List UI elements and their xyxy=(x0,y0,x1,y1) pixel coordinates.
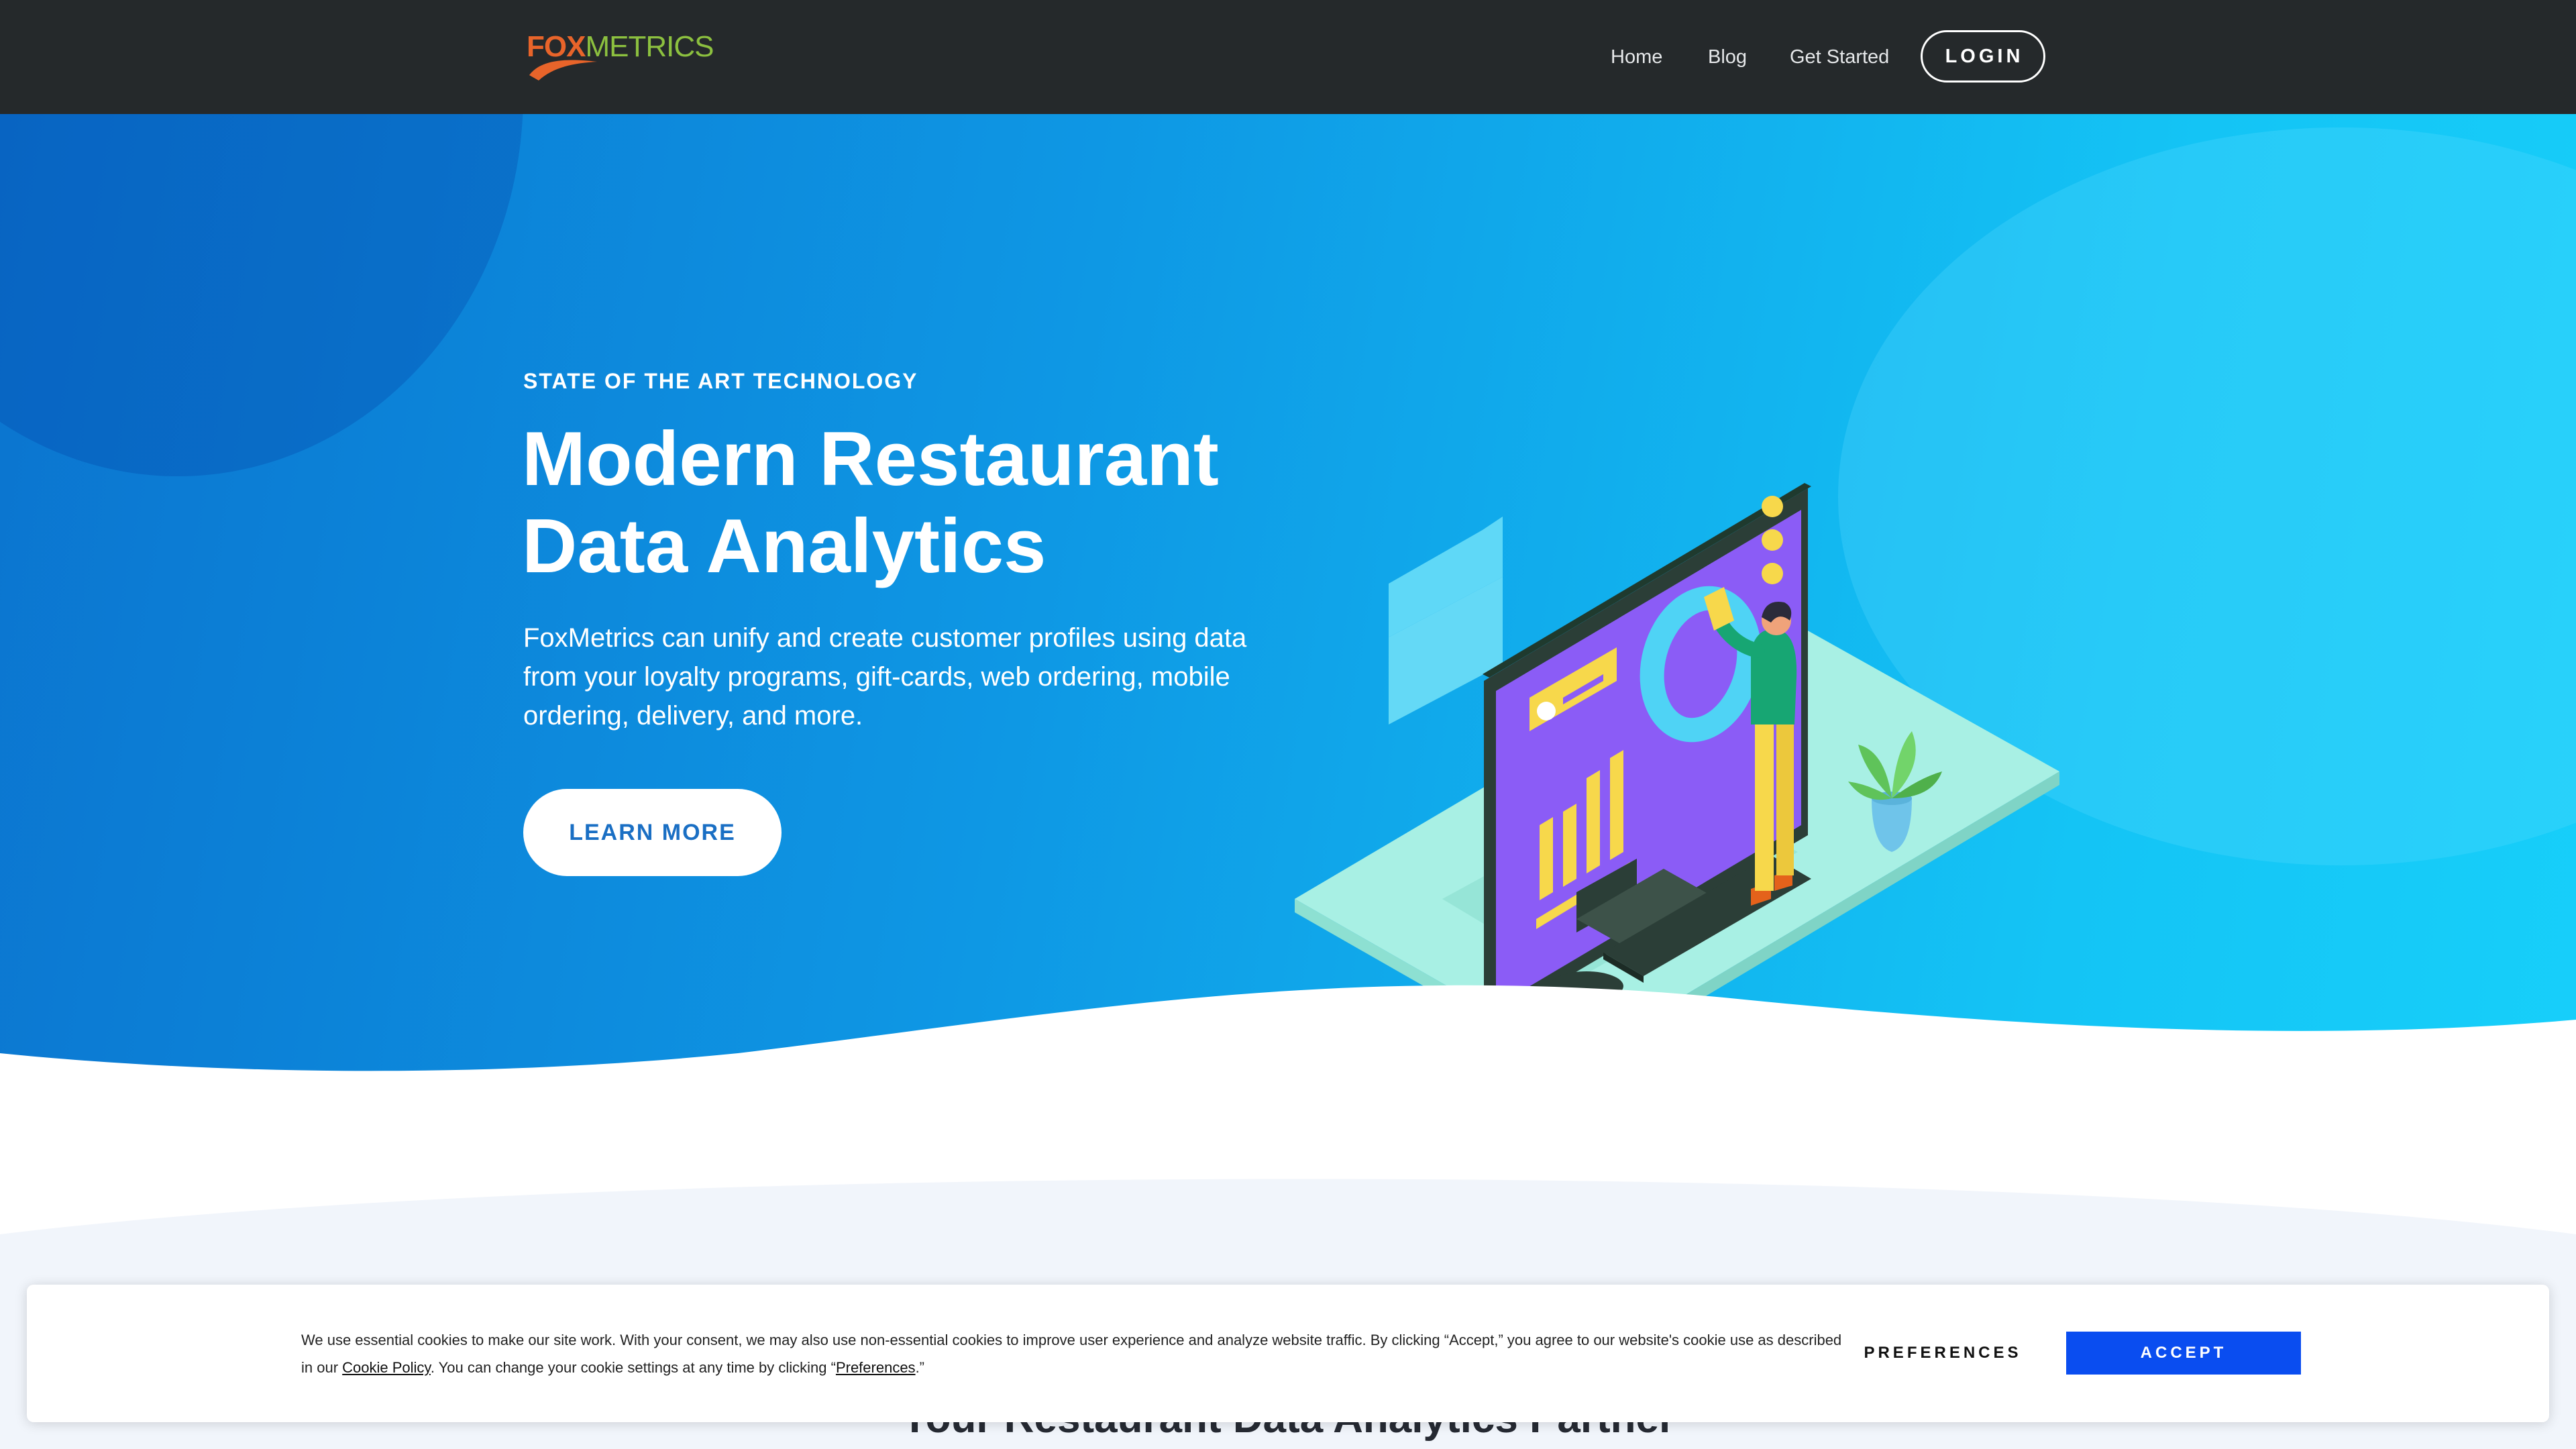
hero-decor-blob xyxy=(0,114,523,476)
cookie-text-part: .” xyxy=(915,1359,925,1376)
learn-more-button[interactable]: LEARN MORE xyxy=(523,789,782,876)
fox-tail-icon xyxy=(529,60,597,80)
login-button[interactable]: LOGIN xyxy=(1921,30,2045,83)
cookie-message: We use essential cookies to make our sit… xyxy=(301,1326,1844,1381)
hero-title: Modern Restaurant Data Analytics xyxy=(522,416,1327,590)
hero-description: FoxMetrics can unify and create customer… xyxy=(523,623,1247,731)
hero-eyebrow: STATE OF THE ART TECHNOLOGY xyxy=(523,369,918,393)
hero-title-line-2: Data Analytics xyxy=(522,504,1046,589)
analytics-illustration xyxy=(1295,483,2059,1073)
cookie-preferences-link[interactable]: Preferences xyxy=(836,1359,916,1376)
cookie-text-part: . You can change your cookie settings at… xyxy=(430,1359,836,1376)
nav-blog-link[interactable]: Blog xyxy=(1708,40,1747,74)
cookie-policy-link[interactable]: Cookie Policy xyxy=(342,1359,431,1376)
top-navbar: FOXMETRICS Home Blog Get Started LOGIN xyxy=(0,0,2576,114)
cookie-banner: We use essential cookies to make our sit… xyxy=(27,1285,2549,1422)
hero-section: STATE OF THE ART TECHNOLOGY Modern Resta… xyxy=(0,114,2576,1140)
logo-metrics-text: METRICS xyxy=(585,30,714,63)
section-top-curve xyxy=(0,1134,2576,1234)
hero-bottom-wave xyxy=(0,985,2576,1140)
accept-cookies-button[interactable]: ACCEPT xyxy=(2066,1332,2301,1375)
hero-title-line-1: Modern Restaurant xyxy=(522,417,1219,502)
foxmetrics-logo[interactable]: FOXMETRICS xyxy=(527,25,714,80)
nav-home-link[interactable]: Home xyxy=(1611,40,1662,74)
preferences-button[interactable]: PREFERENCES xyxy=(1856,1332,2030,1375)
nav-get-started-link[interactable]: Get Started xyxy=(1790,40,1889,74)
